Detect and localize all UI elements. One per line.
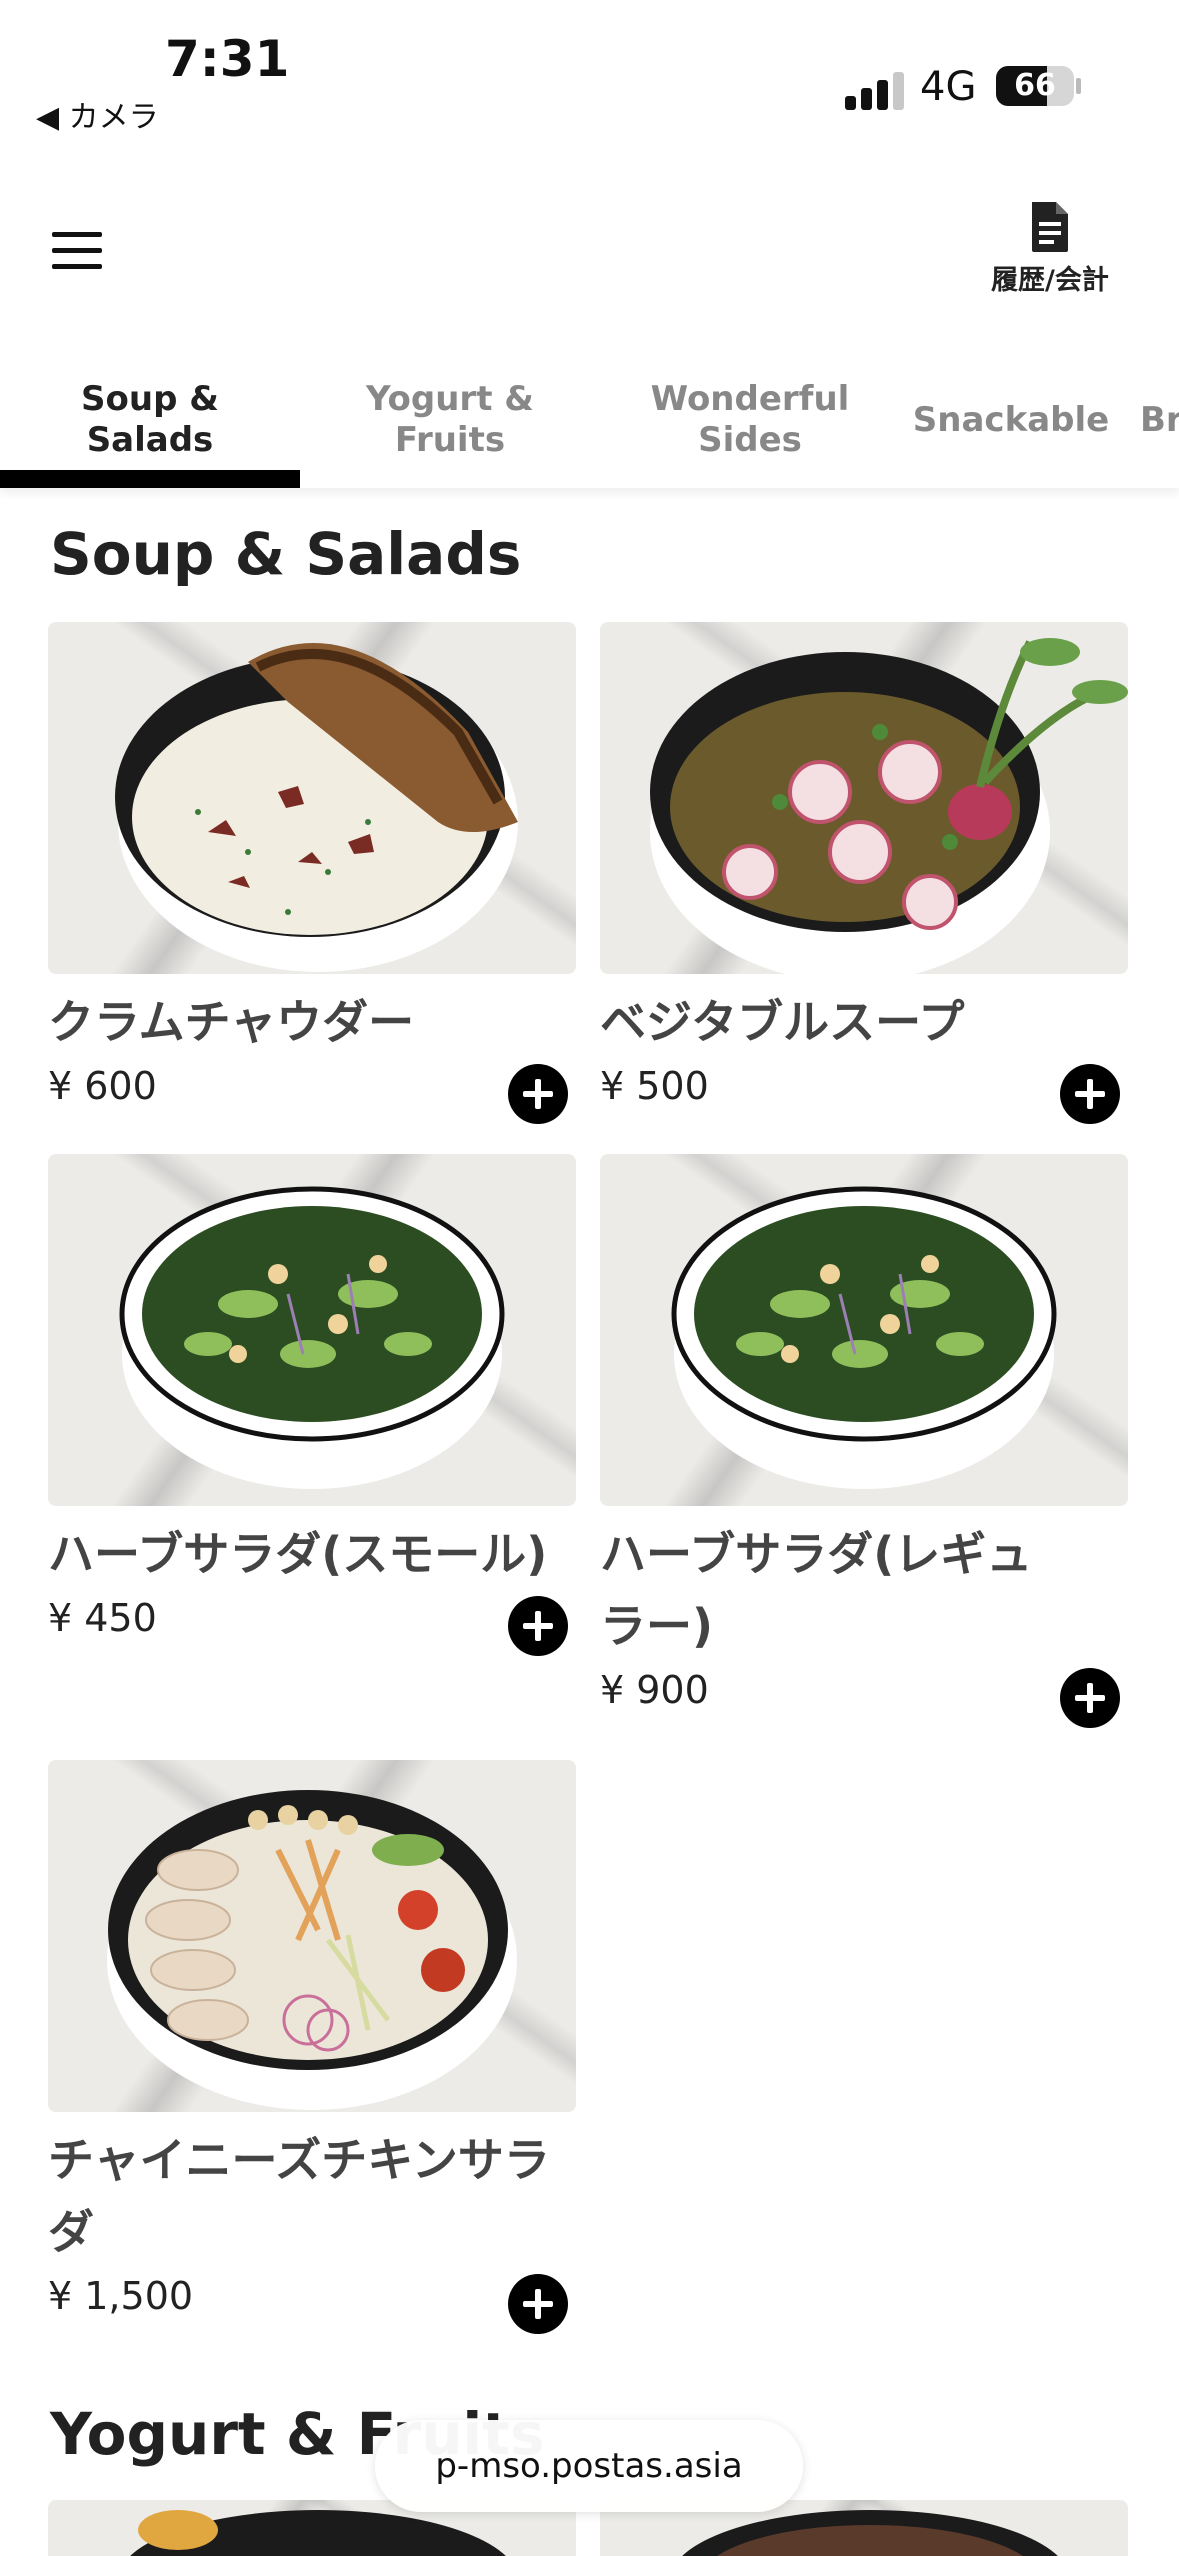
add-to-cart-icon[interactable] bbox=[1060, 1668, 1120, 1728]
section-title-soup-salads: Soup & Salads bbox=[50, 520, 522, 588]
tab-wonderful-sides[interactable]: Wonderful Sides bbox=[600, 352, 900, 488]
menu-item-price: ¥ 900 bbox=[600, 1668, 709, 1712]
menu-item-price: ¥ 500 bbox=[600, 1064, 709, 1108]
vegetable-soup-image bbox=[600, 622, 1128, 974]
menu-item-name: クラムチャウダー bbox=[48, 995, 415, 1049]
tab-label: Soup & Salads bbox=[81, 379, 219, 460]
menu-item-card[interactable]: クラムチャウダー ¥ 600 bbox=[48, 622, 576, 1124]
document-icon bbox=[1032, 202, 1068, 252]
status-time: 7:31 bbox=[165, 30, 290, 88]
network-type: 4G bbox=[920, 64, 977, 110]
chinese-chicken-salad-image bbox=[48, 1760, 576, 2112]
add-to-cart-icon[interactable] bbox=[508, 1064, 568, 1124]
signal-strength-icon bbox=[845, 70, 905, 110]
status-bar: 7:31 ◀ カメラ 4G 66 bbox=[0, 0, 1179, 150]
battery-percent: 66 bbox=[1014, 68, 1056, 103]
menu-item-price: ¥ 600 bbox=[48, 1064, 157, 1108]
menu-item-name: ハーブサラダ(スモール) bbox=[48, 1527, 548, 1581]
back-to-camera-link[interactable]: ◀ カメラ bbox=[36, 92, 159, 136]
herb-salad-image bbox=[48, 1154, 576, 1506]
add-to-cart-icon[interactable] bbox=[1060, 1064, 1120, 1124]
tab-label: Br bbox=[1140, 399, 1179, 440]
history-checkout-button[interactable]: 履歴/会計 bbox=[980, 200, 1120, 310]
tab-label: Wonderful Sides bbox=[650, 379, 850, 460]
menu-item-name: ベジタブルスープ bbox=[600, 995, 965, 1049]
menu-item-price: ¥ 450 bbox=[48, 1596, 157, 1640]
tab-label: Snackable bbox=[912, 399, 1110, 440]
menu-item-card[interactable]: ハーブサラダ(レギュ ラー) ¥ 900 bbox=[600, 1154, 1128, 1728]
menu-item-name: チャイニーズチキンサラ ダ bbox=[48, 2133, 550, 2259]
category-tabs: Soup & Salads Yogurt & Fruits Wonderful … bbox=[0, 352, 1179, 488]
browser-url-bar[interactable]: p-mso.postas.asia bbox=[375, 2420, 803, 2512]
menu-item-price: ¥ 1,500 bbox=[48, 2274, 194, 2318]
tab-soup-salads[interactable]: Soup & Salads bbox=[0, 352, 300, 488]
battery-tip bbox=[1076, 78, 1081, 94]
tab-yogurt-fruits[interactable]: Yogurt & Fruits bbox=[300, 352, 600, 488]
battery-icon: 66 bbox=[996, 66, 1074, 106]
hamburger-menu-icon[interactable] bbox=[52, 232, 104, 272]
history-checkout-label: 履歴/会計 bbox=[991, 265, 1109, 296]
menu-item-card[interactable]: ベジタブルスープ ¥ 500 bbox=[600, 622, 1128, 1124]
herb-salad-image bbox=[600, 1154, 1128, 1506]
menu-item-name: ハーブサラダ(レギュ ラー) bbox=[600, 1527, 1033, 1653]
active-tab-indicator bbox=[0, 470, 300, 488]
tab-label: Yogurt & Fruits bbox=[366, 379, 534, 460]
menu-item-card[interactable]: ハーブサラダ(スモール) ¥ 450 bbox=[48, 1154, 576, 1656]
tab-snackable[interactable]: Snackable bbox=[900, 352, 1122, 488]
tab-more[interactable]: Br bbox=[1140, 352, 1179, 488]
add-to-cart-icon[interactable] bbox=[508, 2274, 568, 2334]
clam-chowder-image bbox=[48, 622, 576, 974]
menu-item-card[interactable]: チャイニーズチキンサラ ダ ¥ 1,500 bbox=[48, 1760, 576, 2334]
add-to-cart-icon[interactable] bbox=[508, 1596, 568, 1656]
